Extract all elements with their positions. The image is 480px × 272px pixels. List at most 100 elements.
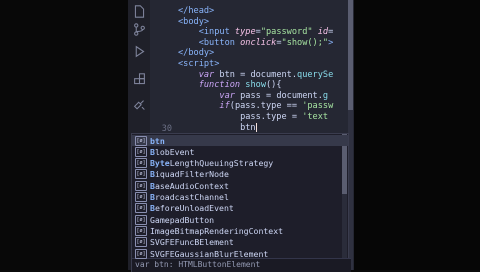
suggest-item-label: SVGFEGaussianBlurElement xyxy=(150,249,268,259)
code-line[interactable]: btn xyxy=(178,122,257,134)
code-line[interactable]: </body> xyxy=(178,48,214,59)
code-line[interactable]: pass.type = 'text xyxy=(178,112,328,123)
suggest-item-label: ByteLengthQueuingStrategy xyxy=(150,158,273,168)
suggest-item-label: btn xyxy=(150,136,165,146)
suggest-item[interactable]: [ø] GamepadButton xyxy=(132,214,348,225)
suggest-item-label: BeforeUnloadEvent xyxy=(150,203,234,213)
suggest-rest-text: lobEvent xyxy=(154,146,195,157)
code-token: pass.type = xyxy=(178,112,303,122)
variable-icon: [ø] xyxy=(135,237,147,248)
variable-icon: [ø] xyxy=(135,169,147,180)
suggest-match-text: Byte xyxy=(150,158,170,169)
code-token: btn xyxy=(178,122,256,133)
suggest-item[interactable]: [ø] BiquadFilterNode xyxy=(132,169,348,180)
variable-icon: [ø] xyxy=(135,158,147,169)
code-token: <input xyxy=(198,27,235,38)
source-control-icon[interactable] xyxy=(132,22,146,36)
code-token: (pass.type == xyxy=(229,101,303,112)
editor-scroll-thumb[interactable] xyxy=(348,0,353,110)
variable-icon: [ø] xyxy=(135,146,147,157)
code-token: btn = document. xyxy=(214,69,298,80)
letterbox-right xyxy=(354,0,480,270)
variable-icon: [ø] xyxy=(135,214,147,225)
suggest-rest-text: LengthQueuingStrategy xyxy=(169,158,274,169)
variable-icon: [ø] xyxy=(135,192,147,202)
suggest-item[interactable]: [ø] BaseAudioContext xyxy=(132,180,348,191)
files-icon[interactable] xyxy=(132,4,146,18)
code-line[interactable]: <input type="password" id= xyxy=(178,27,334,38)
code-token: <body> xyxy=(178,16,210,27)
code-token: querySe xyxy=(297,69,334,80)
code-token: "password" xyxy=(260,27,313,38)
code-token: show xyxy=(245,80,266,91)
suggest-rest-text: SVGFEFuncBElement xyxy=(150,237,234,248)
suggest-rest-text: roadcastChannel xyxy=(154,192,229,202)
code-line[interactable]: var pass = document.g xyxy=(178,91,328,102)
code-token: g xyxy=(322,90,329,101)
variable-icon: [ø] xyxy=(135,225,147,236)
suggest-item-label: GamepadButton xyxy=(150,215,214,225)
suggest-item-label: ImageBitmapRenderingContext xyxy=(150,226,283,236)
suggest-item[interactable]: [ø] ByteLengthQueuingStrategy xyxy=(132,158,348,169)
code-line[interactable]: </head> xyxy=(178,6,214,17)
suggest-rest-text: ImageBitmapRenderingContext xyxy=(150,225,284,236)
code-token: "show();" xyxy=(281,37,329,48)
code-line[interactable]: <script> xyxy=(178,59,219,70)
suggest-rest-text: aseAudioContext xyxy=(154,180,229,191)
extensions-icon[interactable] xyxy=(132,72,146,86)
code-line[interactable]: var btn = document.querySe xyxy=(178,69,334,81)
code-token: <script> xyxy=(178,59,220,69)
code-token: type xyxy=(234,27,256,38)
text-cursor xyxy=(255,122,257,132)
variable-icon: [ø] xyxy=(135,135,147,146)
code-token: id xyxy=(317,27,329,38)
code-line[interactable]: function show(){ xyxy=(178,80,282,91)
suggest-item-label: BroadcastChannel xyxy=(150,192,229,202)
suggest-item[interactable]: [ø] BlobEvent xyxy=(132,146,348,157)
code-token: > xyxy=(328,37,334,48)
suggest-item[interactable]: [ø] BeforeUnloadEvent xyxy=(132,203,348,214)
code-token: (){ xyxy=(266,80,282,91)
suggest-rest-text: eforeUnloadEvent xyxy=(154,203,234,214)
code-line[interactable]: <body> xyxy=(178,17,209,28)
code-token: <button xyxy=(198,37,241,48)
suggest-match-text: btn xyxy=(150,135,165,146)
code-token: if xyxy=(219,101,230,112)
suggest-rest-text: iquadFilterNode xyxy=(154,169,229,180)
code-token: = xyxy=(328,27,334,38)
suggest-rest-text: GamepadButton xyxy=(150,214,215,225)
code-token: onclick xyxy=(240,37,277,48)
suggest-item-label: BlobEvent xyxy=(150,147,194,157)
code-token: var xyxy=(198,69,215,80)
suggest-rest-text: SVGFEGaussianBlurElement xyxy=(150,248,269,259)
code-token: var xyxy=(219,90,235,101)
suggest-widget[interactable]: var btn: HTMLButtonElement [ø] btn [ø] Blob… xyxy=(131,133,351,272)
run-debug-icon[interactable] xyxy=(132,44,146,58)
letterbox-left xyxy=(0,0,128,270)
variable-icon: [ø] xyxy=(135,203,147,214)
suggest-item[interactable]: [ø] SVGFEGaussianBlurElement xyxy=(132,248,348,259)
suggest-item[interactable]: [ø] BroadcastChannel xyxy=(132,192,348,203)
code-token: </body> xyxy=(178,48,215,59)
code-token: 'text xyxy=(302,112,329,122)
remote-icon[interactable] xyxy=(132,98,146,112)
variable-icon: [ø] xyxy=(135,180,147,191)
code-token: 'passw xyxy=(302,101,334,112)
code-line[interactable]: if(pass.type == 'passw xyxy=(178,101,333,112)
suggest-item-label: BaseAudioContext xyxy=(150,181,229,191)
variable-icon: [ø] xyxy=(135,248,147,259)
suggest-item-label: BiquadFilterNode xyxy=(150,169,229,179)
code-token: function xyxy=(198,80,241,91)
suggest-item[interactable]: [ø] btn xyxy=(132,135,348,146)
code-token: pass = document. xyxy=(234,90,323,101)
code-line[interactable]: <button onclick="show();"> xyxy=(178,37,334,49)
code-token: </head> xyxy=(178,6,215,16)
suggest-item-label: SVGFEFuncBElement xyxy=(150,237,234,247)
suggest-item[interactable]: [ø] SVGFEFuncBElement xyxy=(132,237,348,248)
suggest-item[interactable]: [ø] ImageBitmapRenderingContext xyxy=(132,225,348,236)
